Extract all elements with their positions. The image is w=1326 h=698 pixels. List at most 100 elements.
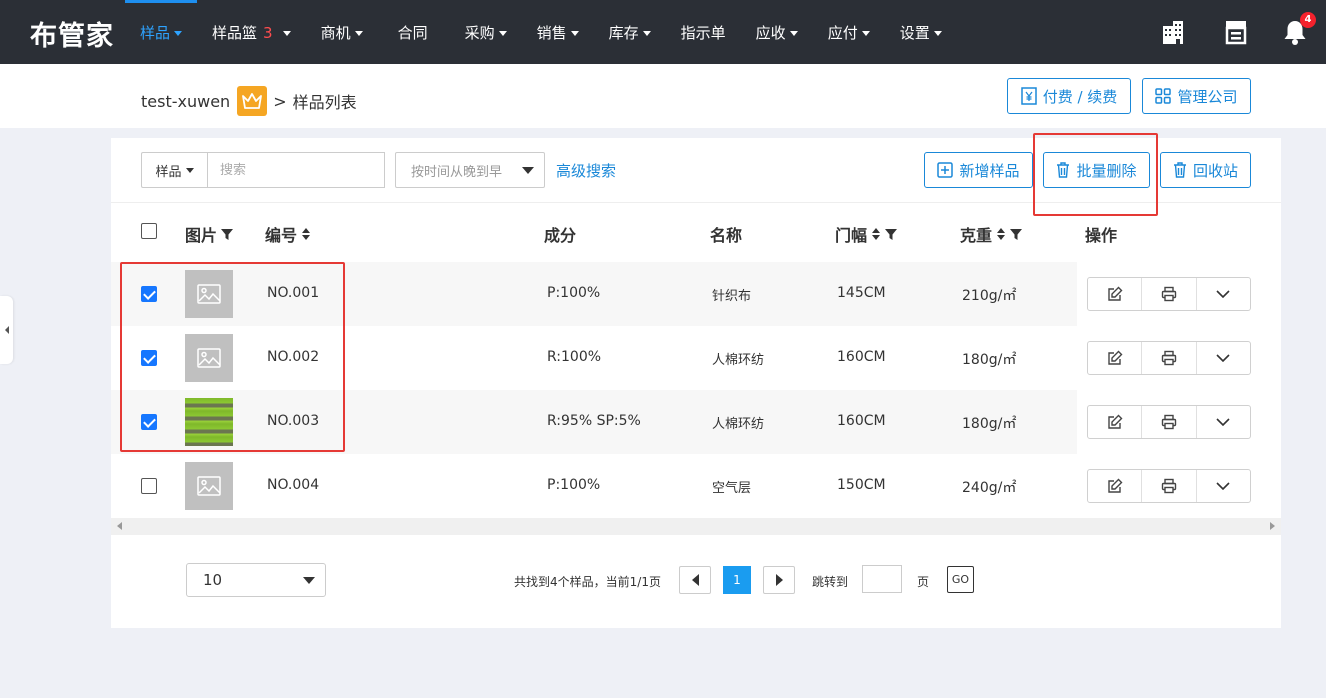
basket-count-badge: 3 [263,24,273,42]
print-button[interactable] [1142,406,1197,438]
page-unit-label: 页 [917,575,930,589]
print-button[interactable] [1142,278,1197,310]
trash-icon [1173,162,1186,178]
plus-square-icon [937,162,954,178]
printer-icon [1161,286,1177,302]
next-page-button[interactable] [763,566,795,594]
sample-code[interactable]: NO.001 [267,285,319,301]
filter-icon[interactable] [221,228,234,240]
nav-item-receivables[interactable]: 应收 [741,0,813,64]
advanced-search-link[interactable]: 高级搜索 [556,160,616,181]
company-building-icon[interactable] [1159,18,1187,46]
filter-icon[interactable] [885,228,898,240]
edit-button[interactable] [1088,342,1143,374]
sample-code[interactable]: NO.004 [267,477,319,493]
sample-name: 针织布 [712,289,752,304]
result-summary: 共找到4个样品，当前1/1页 [514,575,661,589]
nav-item-settings[interactable]: 设置 [885,0,957,64]
row-checkbox[interactable] [141,286,157,302]
sample-weight: 240g/㎡ [962,480,1017,496]
column-width[interactable]: 门幅 [835,222,898,246]
print-button[interactable] [1142,470,1197,502]
more-dropdown-button[interactable] [1197,278,1250,310]
breadcrumb-user[interactable]: test-xuwen [141,92,230,111]
chevron-down-icon [354,31,363,36]
sample-name: 人棉环纺 [712,417,765,432]
table-row: NO.002 R:100% 人棉环纺 160CM 180g/㎡ [111,326,1077,390]
search-input[interactable] [207,152,385,188]
go-button[interactable]: GO [947,566,974,593]
chevron-down-icon [1216,418,1230,426]
top-navbar: 布管家 样品 样品篮 3 商机 合同 采购 销售 库存 指示单 应收 应付 设置 … [0,0,1326,64]
breadcrumb: test-xuwen > 样品列表 [141,86,357,116]
sort-icon [997,228,1006,240]
sample-code[interactable]: NO.002 [267,349,319,365]
add-sample-button[interactable]: 新增样品 [924,152,1033,188]
row-checkbox[interactable] [141,414,157,430]
scroll-right-icon[interactable] [1270,522,1275,530]
pagination: 10 共找到4个样品，当前1/1页 1 跳转到 页 GO [111,535,1281,628]
crown-icon [237,86,268,116]
column-code[interactable]: 编号 [265,222,311,246]
nav-item-purchase[interactable]: 采购 [450,0,522,64]
sample-composition: P:100% [547,285,601,301]
store-icon[interactable] [1222,18,1250,46]
column-composition: 成分 [544,226,577,245]
nav-item-payables[interactable]: 应付 [813,0,885,64]
more-dropdown-button[interactable] [1197,406,1250,438]
print-button[interactable] [1142,342,1197,374]
yen-icon [1020,87,1037,105]
sample-thumbnail[interactable] [185,270,233,318]
table-row: NO.001 P:100% 针织布 145CM 210g/㎡ [111,262,1077,326]
chevron-down-icon [789,31,798,36]
sidebar-toggle[interactable] [0,296,13,364]
sample-thumbnail[interactable] [185,398,233,446]
nav-item-samples[interactable]: 样品 [125,0,198,64]
chevron-down-icon [174,31,183,36]
caret-right-icon [775,574,783,586]
nav-item-instructions[interactable]: 指示单 [666,0,741,64]
column-weight[interactable]: 克重 [960,222,1023,246]
prev-page-button[interactable] [679,566,711,594]
batch-delete-button[interactable]: 批量删除 [1043,152,1150,188]
image-placeholder-icon [197,476,221,496]
pay-renew-button[interactable]: 付费 / 续费 [1007,78,1131,114]
edit-button[interactable] [1088,406,1143,438]
nav-item-sample-basket[interactable]: 样品篮 3 [197,0,306,64]
chevron-down-icon [1216,482,1230,490]
caret-down-icon [522,166,534,174]
row-checkbox[interactable] [141,350,157,366]
filter-icon[interactable] [1010,228,1023,240]
search-type-select[interactable]: 样品 [141,152,207,188]
edit-button[interactable] [1088,470,1143,502]
nav-item-opportunities[interactable]: 商机 [306,0,378,64]
notification-badge: 4 [1300,12,1316,28]
page-number-current[interactable]: 1 [723,566,751,594]
more-dropdown-button[interactable] [1197,342,1250,374]
nav-item-contracts[interactable]: 合同 [378,0,450,64]
nav-item-sales[interactable]: 销售 [522,0,594,64]
bell-icon[interactable]: 4 [1282,12,1316,46]
scroll-left-icon[interactable] [117,522,122,530]
sample-thumbnail[interactable] [185,334,233,382]
app-logo[interactable]: 布管家 [30,14,114,53]
jump-page-input[interactable] [862,565,902,593]
nav-item-inventory[interactable]: 库存 [594,0,666,64]
printer-icon [1161,478,1177,494]
sample-thumbnail[interactable] [185,462,233,510]
filter-bar: 样品 按时间从晚到早 高级搜索 [141,152,616,188]
sort-order-select[interactable]: 按时间从晚到早 [395,152,545,188]
table-header: 图片 编号 成分 名称 门幅 克重 操作 [111,202,1281,262]
edit-button[interactable] [1088,278,1143,310]
select-all-checkbox[interactable] [141,223,157,239]
chevron-down-icon [642,31,651,36]
table-row: NO.003 R:95% SP:5% 人棉环纺 160CM 180g/㎡ [111,390,1077,454]
horizontal-scrollbar[interactable] [111,518,1281,535]
more-dropdown-button[interactable] [1197,470,1250,502]
page-size-select[interactable]: 10 [186,563,326,597]
image-placeholder-icon [197,348,221,368]
recycle-bin-button[interactable]: 回收站 [1160,152,1251,188]
row-checkbox[interactable] [141,478,157,494]
sample-code[interactable]: NO.003 [267,413,319,429]
manage-company-button[interactable]: 管理公司 [1142,78,1251,114]
